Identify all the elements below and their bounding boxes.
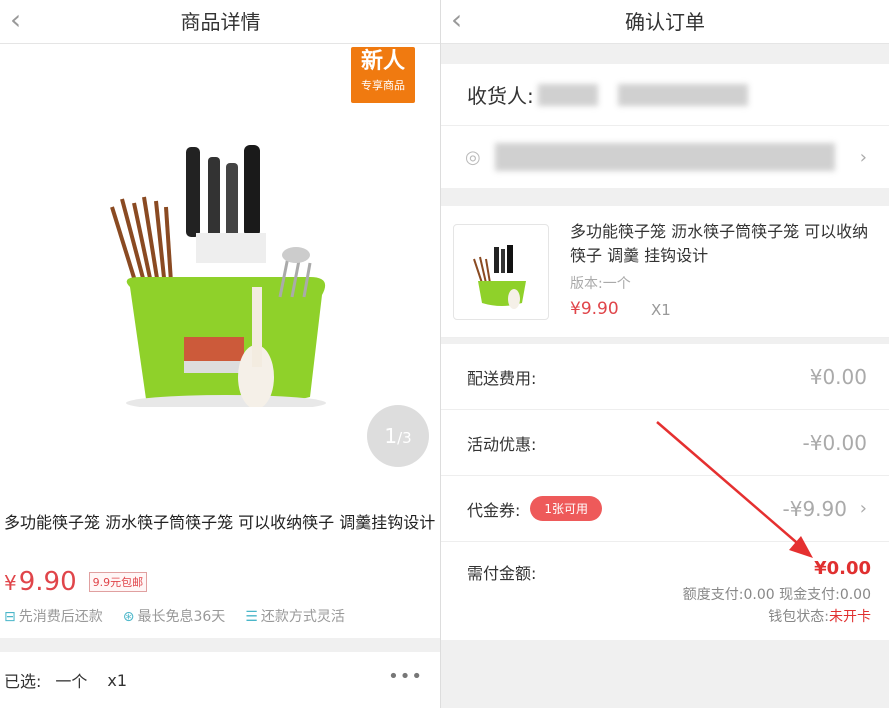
selected-spec-row[interactable]: 已选: 一个 x1 •••: [0, 652, 441, 708]
chevron-right-icon: ›: [859, 498, 867, 519]
voucher-available-badge: 1张可用: [530, 496, 603, 521]
order-confirm-header: ‹ 确认订单: [441, 0, 889, 44]
shipping-fee-row: 配送费用: ¥0.00: [441, 344, 889, 410]
product-detail-header: ‹ 商品详情: [0, 0, 441, 44]
amount-due-label: 需付金额:: [467, 564, 537, 583]
selected-label: 已选:: [4, 672, 42, 691]
wallet-status-value: 未开卡: [829, 609, 871, 625]
product-image-carousel[interactable]: 新人 专享商品 1/3: [0, 45, 441, 475]
interest-icon: ⊛: [122, 609, 135, 625]
goods-version: 版本:一个: [570, 276, 631, 292]
row-label: 配送费用:: [467, 368, 537, 388]
image-current: 1: [384, 424, 398, 448]
chevron-left-icon[interactable]: ‹: [10, 4, 21, 36]
goods-qty: X1: [651, 301, 671, 319]
page-title: 确认订单: [625, 10, 705, 34]
badge-line2: 专享商品: [361, 79, 405, 92]
coins-icon: ☰: [245, 609, 258, 625]
new-user-exclusive-badge: 新人 专享商品: [351, 47, 415, 103]
currency-symbol: ¥: [4, 571, 17, 595]
feature-item: ⊛ 最长免息36天: [123, 606, 226, 626]
chopstick-holder-image: [110, 145, 326, 407]
order-goods-item: 多功能筷子笼 沥水筷子筒筷子笼 可以收纳筷子 调羹 挂钩设计 版本:一个 ¥9.…: [441, 206, 889, 338]
goods-thumbnail: [453, 224, 549, 320]
wallet-status: 钱包状态:未开卡: [768, 606, 871, 626]
shipping-address-card[interactable]: 收货人: ◎ ›: [441, 64, 889, 188]
selected-variant: 一个: [55, 672, 88, 691]
product-price: ¥9.90: [4, 567, 77, 597]
page-title: 商品详情: [180, 10, 261, 34]
selected-qty: x1: [107, 670, 128, 690]
redacted-address: [494, 143, 835, 171]
payment-breakdown: 额度支付:0.00 现金支付:0.00: [682, 587, 871, 603]
chevron-left-icon[interactable]: ‹: [451, 4, 462, 36]
wallet-status-label: 钱包状态:: [768, 609, 829, 625]
location-pin-icon: ◎: [465, 146, 481, 168]
annotation-arrow: [656, 421, 813, 558]
recipient-label: 收货人:: [467, 84, 534, 108]
goods-title: 多功能筷子笼 沥水筷子筒筷子笼 可以收纳筷子 调羹 挂钩设计: [570, 222, 869, 265]
feature-item: ☰ 还款方式灵活: [245, 606, 345, 626]
feature-item: ⊟ 先消费后还款: [4, 606, 103, 626]
row-value: ¥0.00: [809, 364, 867, 389]
price-value: 9.90: [18, 567, 77, 597]
image-page-indicator: 1/3: [367, 405, 429, 467]
order-confirm-screen: ‹ 确认订单 收货人: ◎ › 多功能筷子笼 沥水筷子筒筷子笼 可以收纳筷子 调…: [441, 0, 889, 708]
goods-price: ¥9.90: [570, 299, 619, 319]
row-label: 代金券:: [467, 500, 521, 520]
chevron-right-icon: ›: [859, 146, 867, 168]
redacted-phone: [617, 83, 748, 106]
badge-line1: 新人: [360, 49, 405, 74]
more-dots-icon[interactable]: •••: [388, 666, 423, 687]
finance-features: ⊟ 先消费后还款 ⊛ 最长免息36天 ☰ 还款方式灵活: [4, 606, 345, 626]
product-detail-screen: ‹ 商品详情 新人 专享商品 1/3 多功能筷子笼 沥水筷子筒筷子笼 可以收纳筷…: [0, 0, 441, 708]
free-shipping-tag: 9.9元包邮: [88, 572, 148, 592]
recipient-row: 收货人:: [441, 64, 889, 126]
calendar-icon: ⊟: [4, 609, 16, 625]
redacted-name: [537, 83, 598, 106]
address-row[interactable]: ◎ ›: [441, 126, 889, 188]
image-total: /3: [397, 429, 412, 447]
feature-label: 最长免息36天: [137, 609, 226, 625]
section-divider: [0, 638, 441, 652]
goods-thumbnail-image: [473, 245, 526, 309]
feature-label: 还款方式灵活: [260, 609, 345, 625]
feature-label: 先消费后还款: [18, 609, 103, 625]
product-price-row: ¥9.90 9.9元包邮: [4, 567, 148, 597]
product-title: 多功能筷子笼 沥水筷子筒筷子笼 可以收纳筷子 调羹挂钩设计: [4, 513, 436, 532]
row-label: 活动优惠:: [467, 434, 537, 454]
